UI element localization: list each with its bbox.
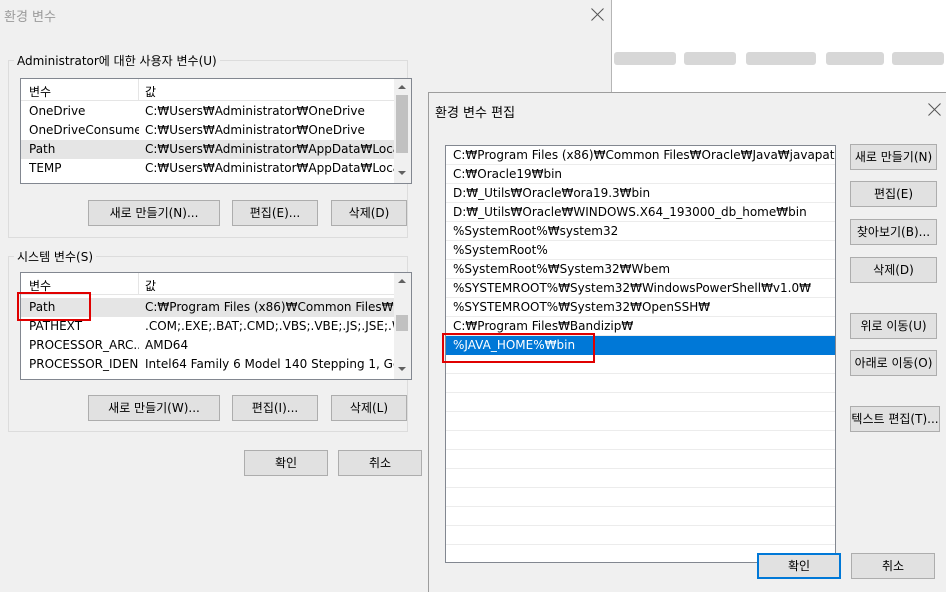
- path-entry[interactable]: D:₩_Utils₩Oracle₩ora19.3₩bin: [446, 184, 835, 203]
- column-header-variable[interactable]: 변수: [29, 83, 51, 100]
- scroll-down-arrow-icon[interactable]: [398, 169, 406, 177]
- system-delete-button[interactable]: 삭제(L): [331, 395, 407, 421]
- scroll-up-arrow-icon[interactable]: [398, 83, 406, 91]
- path-entry-selected[interactable]: %JAVA_HOME%₩bin: [446, 336, 835, 355]
- env-cancel-button[interactable]: 취소: [338, 450, 422, 476]
- edit-text-button[interactable]: 텍스트 편집(T)...: [850, 406, 940, 432]
- path-entry[interactable]: D:₩_Utils₩Oracle₩WINDOWS.X64_193000_db_h…: [446, 203, 835, 222]
- variable-value: C:₩Users₩Administrator₩AppData₩Local₩...: [145, 142, 395, 156]
- variable-value: C:₩Users₩Administrator₩OneDrive: [145, 104, 365, 118]
- variable-name: Path: [29, 300, 56, 314]
- close-icon[interactable]: [927, 102, 943, 118]
- system-variable-row[interactable]: PROCESSOR_ARC... AMD64: [21, 336, 396, 355]
- system-variables-list[interactable]: 변수 값 Path C:₩Program Files (x86)₩Common …: [20, 272, 412, 380]
- user-variable-row[interactable]: OneDrive C:₩Users₩Administrator₩OneDrive: [21, 102, 396, 121]
- variable-value: AMD64: [145, 338, 189, 352]
- edit-dialog-titlebar: 환경 변수 편집: [429, 93, 946, 123]
- column-header-value[interactable]: 값: [145, 83, 156, 100]
- edit-new-button[interactable]: 새로 만들기(N): [850, 144, 937, 170]
- column-header-variable[interactable]: 변수: [29, 277, 51, 294]
- move-up-button[interactable]: 위로 이동(U): [850, 313, 937, 339]
- close-icon[interactable]: [590, 7, 606, 23]
- user-list-scrollbar[interactable]: [394, 79, 411, 183]
- env-dialog-titlebar: 환경 변수: [0, 0, 611, 30]
- path-entry[interactable]: %SYSTEMROOT%₩System32₩WindowsPowerShell₩…: [446, 279, 835, 298]
- column-header-value[interactable]: 값: [145, 277, 156, 294]
- variable-name: TEMP: [29, 161, 62, 175]
- variable-value: .COM;.EXE;.BAT;.CMD;.VBS;.VBE;.JS;.JSE;.…: [145, 319, 395, 333]
- system-list-scrollbar[interactable]: [394, 273, 411, 379]
- path-entries-list[interactable]: C:₩Program Files (x86)₩Common Files₩Orac…: [445, 145, 836, 563]
- user-delete-button[interactable]: 삭제(D): [331, 200, 407, 226]
- variable-name: Path: [29, 142, 56, 156]
- env-ok-button[interactable]: 확인: [244, 450, 328, 476]
- system-variable-row-selected[interactable]: Path C:₩Program Files (x86)₩Common Files…: [21, 298, 396, 317]
- user-variable-row-selected[interactable]: Path C:₩Users₩Administrator₩AppData₩Loca…: [21, 140, 396, 159]
- edit-cancel-button[interactable]: 취소: [851, 553, 935, 579]
- variable-name: PROCESSOR_ARC...: [29, 338, 139, 352]
- system-edit-button[interactable]: 편집(I)...: [232, 395, 318, 421]
- scroll-down-arrow-icon[interactable]: [398, 365, 406, 373]
- move-down-button[interactable]: 아래로 이동(O): [850, 350, 937, 376]
- scroll-thumb[interactable]: [396, 95, 408, 153]
- system-variables-legend: 시스템 변수(S): [14, 248, 96, 265]
- variable-name: OneDriveConsumer: [29, 123, 139, 137]
- user-new-button[interactable]: 새로 만들기(N)...: [88, 200, 220, 226]
- edit-dialog-title: 환경 변수 편집: [435, 106, 516, 121]
- blurred-background-content: [612, 44, 946, 72]
- variable-name: OneDrive: [29, 104, 86, 118]
- env-dialog-title: 환경 변수: [4, 10, 56, 25]
- variable-name: PATHEXT: [29, 319, 83, 333]
- user-edit-button[interactable]: 편집(E)...: [232, 200, 318, 226]
- path-entry[interactable]: %SystemRoot%: [446, 241, 835, 260]
- system-list-header: 변수 값: [21, 273, 411, 295]
- variable-value: C:₩Users₩Administrator₩AppData₩Local₩...: [145, 161, 395, 175]
- system-variable-row[interactable]: PATHEXT .COM;.EXE;.BAT;.CMD;.VBS;.VBE;.J…: [21, 317, 396, 336]
- user-variable-row[interactable]: TEMP C:₩Users₩Administrator₩AppData₩Loca…: [21, 159, 396, 178]
- system-variable-row[interactable]: PROCESSOR_IDEN... Intel64 Family 6 Model…: [21, 355, 396, 374]
- system-new-button[interactable]: 새로 만들기(W)...: [88, 395, 220, 421]
- variable-value: C:₩Users₩Administrator₩OneDrive: [145, 123, 365, 137]
- edit-edit-button[interactable]: 편집(E): [850, 181, 937, 207]
- edit-delete-button[interactable]: 삭제(D): [850, 257, 937, 283]
- path-entry[interactable]: C:₩Oracle19₩bin: [446, 165, 835, 184]
- variable-value: C:₩Program Files (x86)₩Common Files₩Or..…: [145, 300, 395, 314]
- variable-name: PROCESSOR_IDEN...: [29, 357, 139, 371]
- path-entry[interactable]: %SystemRoot%₩system32: [446, 222, 835, 241]
- edit-ok-button[interactable]: 확인: [757, 553, 841, 579]
- user-variables-list[interactable]: 변수 값 OneDrive C:₩Users₩Administrator₩One…: [20, 78, 412, 184]
- edit-environment-variable-dialog: 환경 변수 편집 C:₩Program Files (x86)₩Common F…: [428, 92, 946, 592]
- path-entry[interactable]: %SYSTEMROOT%₩System32₩OpenSSH₩: [446, 298, 835, 317]
- scroll-up-arrow-icon[interactable]: [398, 277, 406, 285]
- user-variable-row[interactable]: OneDriveConsumer C:₩Users₩Administrator₩…: [21, 121, 396, 140]
- scroll-thumb[interactable]: [396, 315, 408, 331]
- variable-value: Intel64 Family 6 Model 140 Stepping 1, G…: [145, 357, 395, 371]
- user-variables-legend: Administrator에 대한 사용자 변수(U): [14, 52, 220, 69]
- user-list-header: 변수 값: [21, 79, 411, 101]
- path-entry[interactable]: C:₩Program Files₩Bandizip₩: [446, 317, 835, 336]
- edit-browse-button[interactable]: 찾아보기(B)...: [850, 219, 937, 245]
- path-entry[interactable]: C:₩Program Files (x86)₩Common Files₩Orac…: [446, 146, 835, 165]
- path-entry[interactable]: %SystemRoot%₩System32₩Wbem: [446, 260, 835, 279]
